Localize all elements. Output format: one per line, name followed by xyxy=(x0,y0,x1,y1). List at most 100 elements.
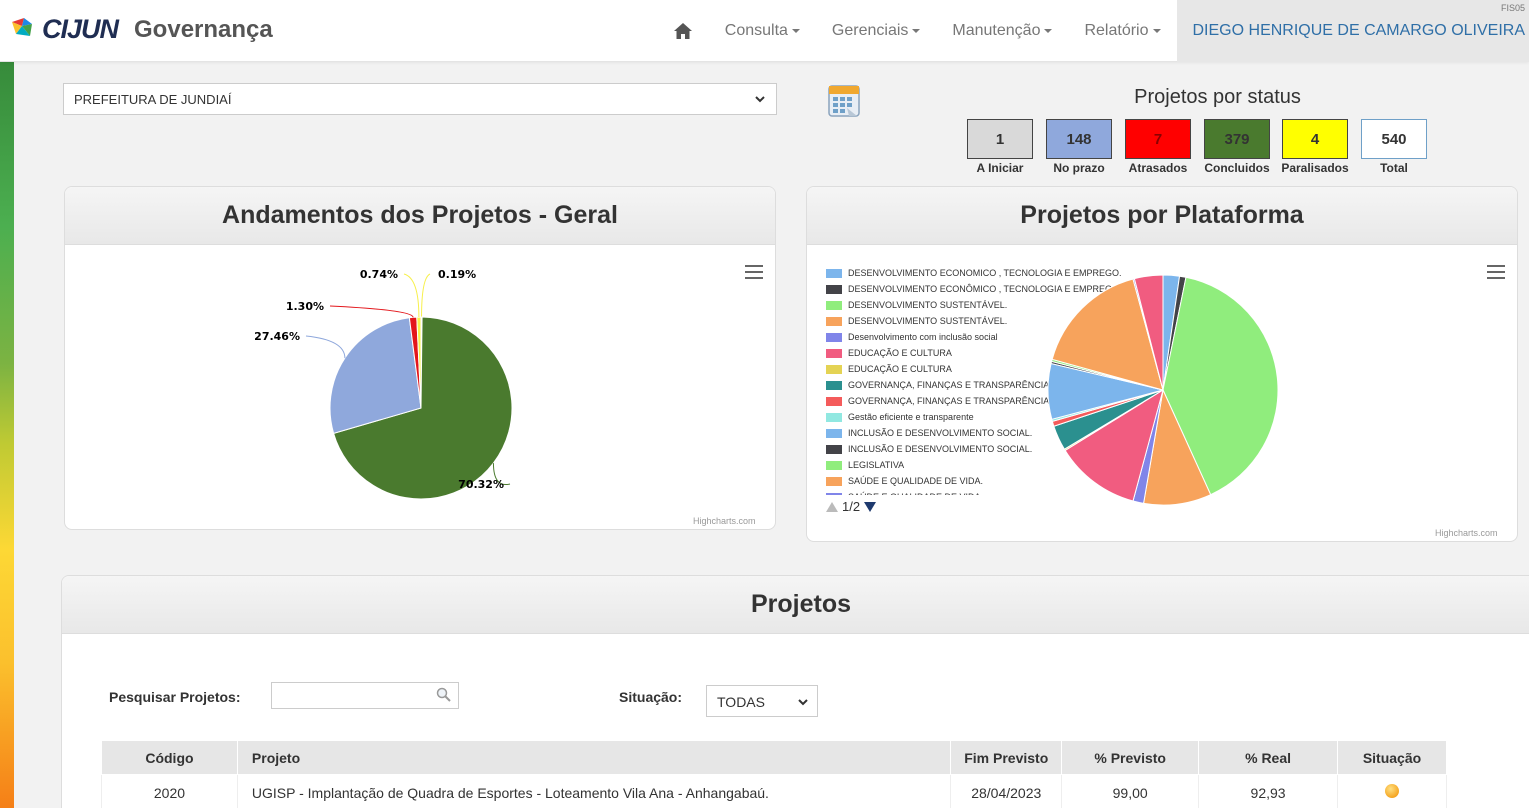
situation-select[interactable]: TODAS xyxy=(706,685,818,717)
legend-symbol xyxy=(826,444,842,454)
status-indicator-icon xyxy=(1385,784,1399,798)
legend-label: EDUCAÇÃO E CULTURA xyxy=(848,348,952,358)
cell-planned: 99,00 xyxy=(1061,774,1200,808)
pie-data-label: 0.74% xyxy=(360,268,398,281)
search-icon[interactable] xyxy=(436,687,452,703)
chevron-down-icon xyxy=(798,699,808,706)
status-label-3: Concluidos xyxy=(1204,161,1270,175)
status-box-4[interactable]: 4 xyxy=(1282,119,1348,159)
status-box-1[interactable]: 148 xyxy=(1046,119,1112,159)
legend-page-indicator: 1/2 xyxy=(842,499,861,514)
legend-symbol xyxy=(826,492,842,495)
legend-pager: 1/2 xyxy=(826,499,877,514)
status-label-2: Atrasados xyxy=(1128,161,1188,175)
legend-symbol xyxy=(826,460,842,470)
status-box-2[interactable]: 7 xyxy=(1125,119,1191,159)
table-row[interactable]: 2020 UGISP - Implantação de Quadra de Es… xyxy=(101,774,1447,808)
nav-relatorio[interactable]: Relatório xyxy=(1068,0,1176,62)
general-progress-pie: 0.19% 70.32% 27.46% 1.30% 0.74% xyxy=(254,268,513,500)
status-label-1: No prazo xyxy=(1053,161,1105,175)
pie-connector xyxy=(329,305,414,318)
cell-code: 2020 xyxy=(101,774,238,808)
nav-relatorio-label: Relatório xyxy=(1084,22,1149,39)
legend-label: GOVERNANÇA, FINANÇAS E TRANSPARÊNCIA. xyxy=(848,396,1052,406)
brand-name: CIJUN xyxy=(42,14,119,44)
legend-label: EDUCAÇÃO E CULTURA xyxy=(848,364,952,374)
brand-mark-icon xyxy=(12,17,32,36)
nav-consulta-label: Consulta xyxy=(724,22,788,39)
col-header-end[interactable]: Fim Previsto xyxy=(950,740,1063,775)
nav-consulta[interactable]: Consulta xyxy=(709,0,816,62)
nav-manutencao[interactable]: Manutenção xyxy=(936,0,1068,62)
chart-menu-icon[interactable] xyxy=(1487,265,1505,279)
caret-down-icon xyxy=(1044,29,1053,33)
top-navbar: CIJUN Governança Consulta Gerenciais Man… xyxy=(0,0,1529,62)
legend-symbol xyxy=(826,380,842,390)
entity-select-value: PREFEITURA DE JUNDIAÍ xyxy=(74,92,232,107)
legend-label: LEGISLATIVA xyxy=(848,460,905,470)
platform-pie xyxy=(1047,274,1279,506)
legend-symbol xyxy=(826,428,842,438)
general-progress-title: Andamentos dos Projetos - Geral xyxy=(65,187,775,245)
chevron-down-icon xyxy=(755,96,765,103)
legend-next-icon[interactable] xyxy=(864,501,877,512)
status-label-0: A Iniciar xyxy=(976,161,1024,175)
user-menu[interactable]: DIEGO HENRIQUE DE CAMARGO OLIVEIRA FIS05 xyxy=(1176,0,1529,62)
status-box-3[interactable]: 379 xyxy=(1204,119,1270,159)
project-search-label: Pesquisar Projetos: xyxy=(109,689,241,705)
user-name: DIEGO HENRIQUE DE CAMARGO OLIVEIRA xyxy=(1192,22,1526,39)
pie-data-label: 70.32% xyxy=(458,478,504,491)
brand[interactable]: CIJUN Governança xyxy=(10,14,273,45)
cell-status xyxy=(1337,774,1447,808)
status-box-0[interactable]: 1 xyxy=(967,119,1033,159)
legend-label: Desenvolvimento com inclusão social xyxy=(848,332,998,342)
caret-down-icon xyxy=(1152,29,1161,33)
highcharts-credit[interactable]: Highcharts.com xyxy=(1435,528,1498,538)
status-label-4: Paralisados xyxy=(1281,161,1349,175)
col-header-real[interactable]: % Real xyxy=(1198,740,1339,775)
legend-label: SAÚDE E QUALIDADE DE VIDA. xyxy=(848,476,984,486)
pie-connector xyxy=(305,335,346,359)
legend-symbol xyxy=(826,396,842,406)
nav-manutencao-label: Manutenção xyxy=(952,22,1041,39)
project-search-input[interactable] xyxy=(271,682,459,709)
legend-symbol xyxy=(826,412,842,422)
entity-select[interactable]: PREFEITURA DE JUNDIAÍ xyxy=(63,83,777,115)
pie-connector xyxy=(403,273,420,318)
decorative-side-strip xyxy=(0,0,14,808)
legend-label: GOVERNANÇA, FINANÇAS E TRANSPARÊNCIA. xyxy=(848,380,1052,390)
cell-end: 28/04/2023 xyxy=(950,774,1063,808)
nav-gerenciais[interactable]: Gerenciais xyxy=(816,0,936,62)
legend-label: DESENVOLVIMENTO SUSTENTÁVEL. xyxy=(848,316,1008,326)
col-header-code[interactable]: Código xyxy=(101,740,238,775)
cell-project[interactable]: UGISP - Implantação de Quadra de Esporte… xyxy=(236,774,952,808)
legend-symbol xyxy=(826,332,842,342)
legend-prev-icon[interactable] xyxy=(826,501,838,512)
col-header-status[interactable]: Situação xyxy=(1337,740,1447,775)
legend-symbol xyxy=(826,316,842,326)
pie-data-label: 0.19% xyxy=(438,268,476,281)
caret-down-icon xyxy=(912,29,921,33)
pie-data-label: 27.46% xyxy=(254,330,300,343)
status-label-5: Total xyxy=(1380,161,1408,175)
calendar-icon[interactable] xyxy=(827,82,861,118)
projects-table: Código Projeto Fim Previsto % Previsto %… xyxy=(101,740,1447,808)
brand-logo: CIJUN xyxy=(10,14,119,45)
caret-down-icon xyxy=(791,29,800,33)
legend-symbol xyxy=(826,284,842,294)
col-header-planned[interactable]: % Previsto xyxy=(1061,740,1200,775)
pie-data-label: 1.30% xyxy=(286,300,324,313)
legend-symbol xyxy=(826,300,842,310)
user-code: FIS05 xyxy=(1500,3,1525,13)
col-header-project[interactable]: Projeto xyxy=(236,740,952,775)
legend-label: Gestão eficiente e transparente xyxy=(848,412,974,422)
cell-real: 92,93 xyxy=(1198,774,1339,808)
pie-connector xyxy=(421,273,431,318)
legend-label: DESENVOLVIMENTO SUSTENTÁVEL. xyxy=(848,300,1008,310)
table-header-row: Código Projeto Fim Previsto % Previsto %… xyxy=(101,740,1447,775)
app-title: Governança xyxy=(134,15,273,43)
home-icon[interactable] xyxy=(663,0,703,62)
legend-symbol xyxy=(826,364,842,374)
status-box-5[interactable]: 540 xyxy=(1361,119,1427,159)
legend-label: INCLUSÃO E DESENVOLVIMENTO SOCIAL. xyxy=(848,444,1033,454)
